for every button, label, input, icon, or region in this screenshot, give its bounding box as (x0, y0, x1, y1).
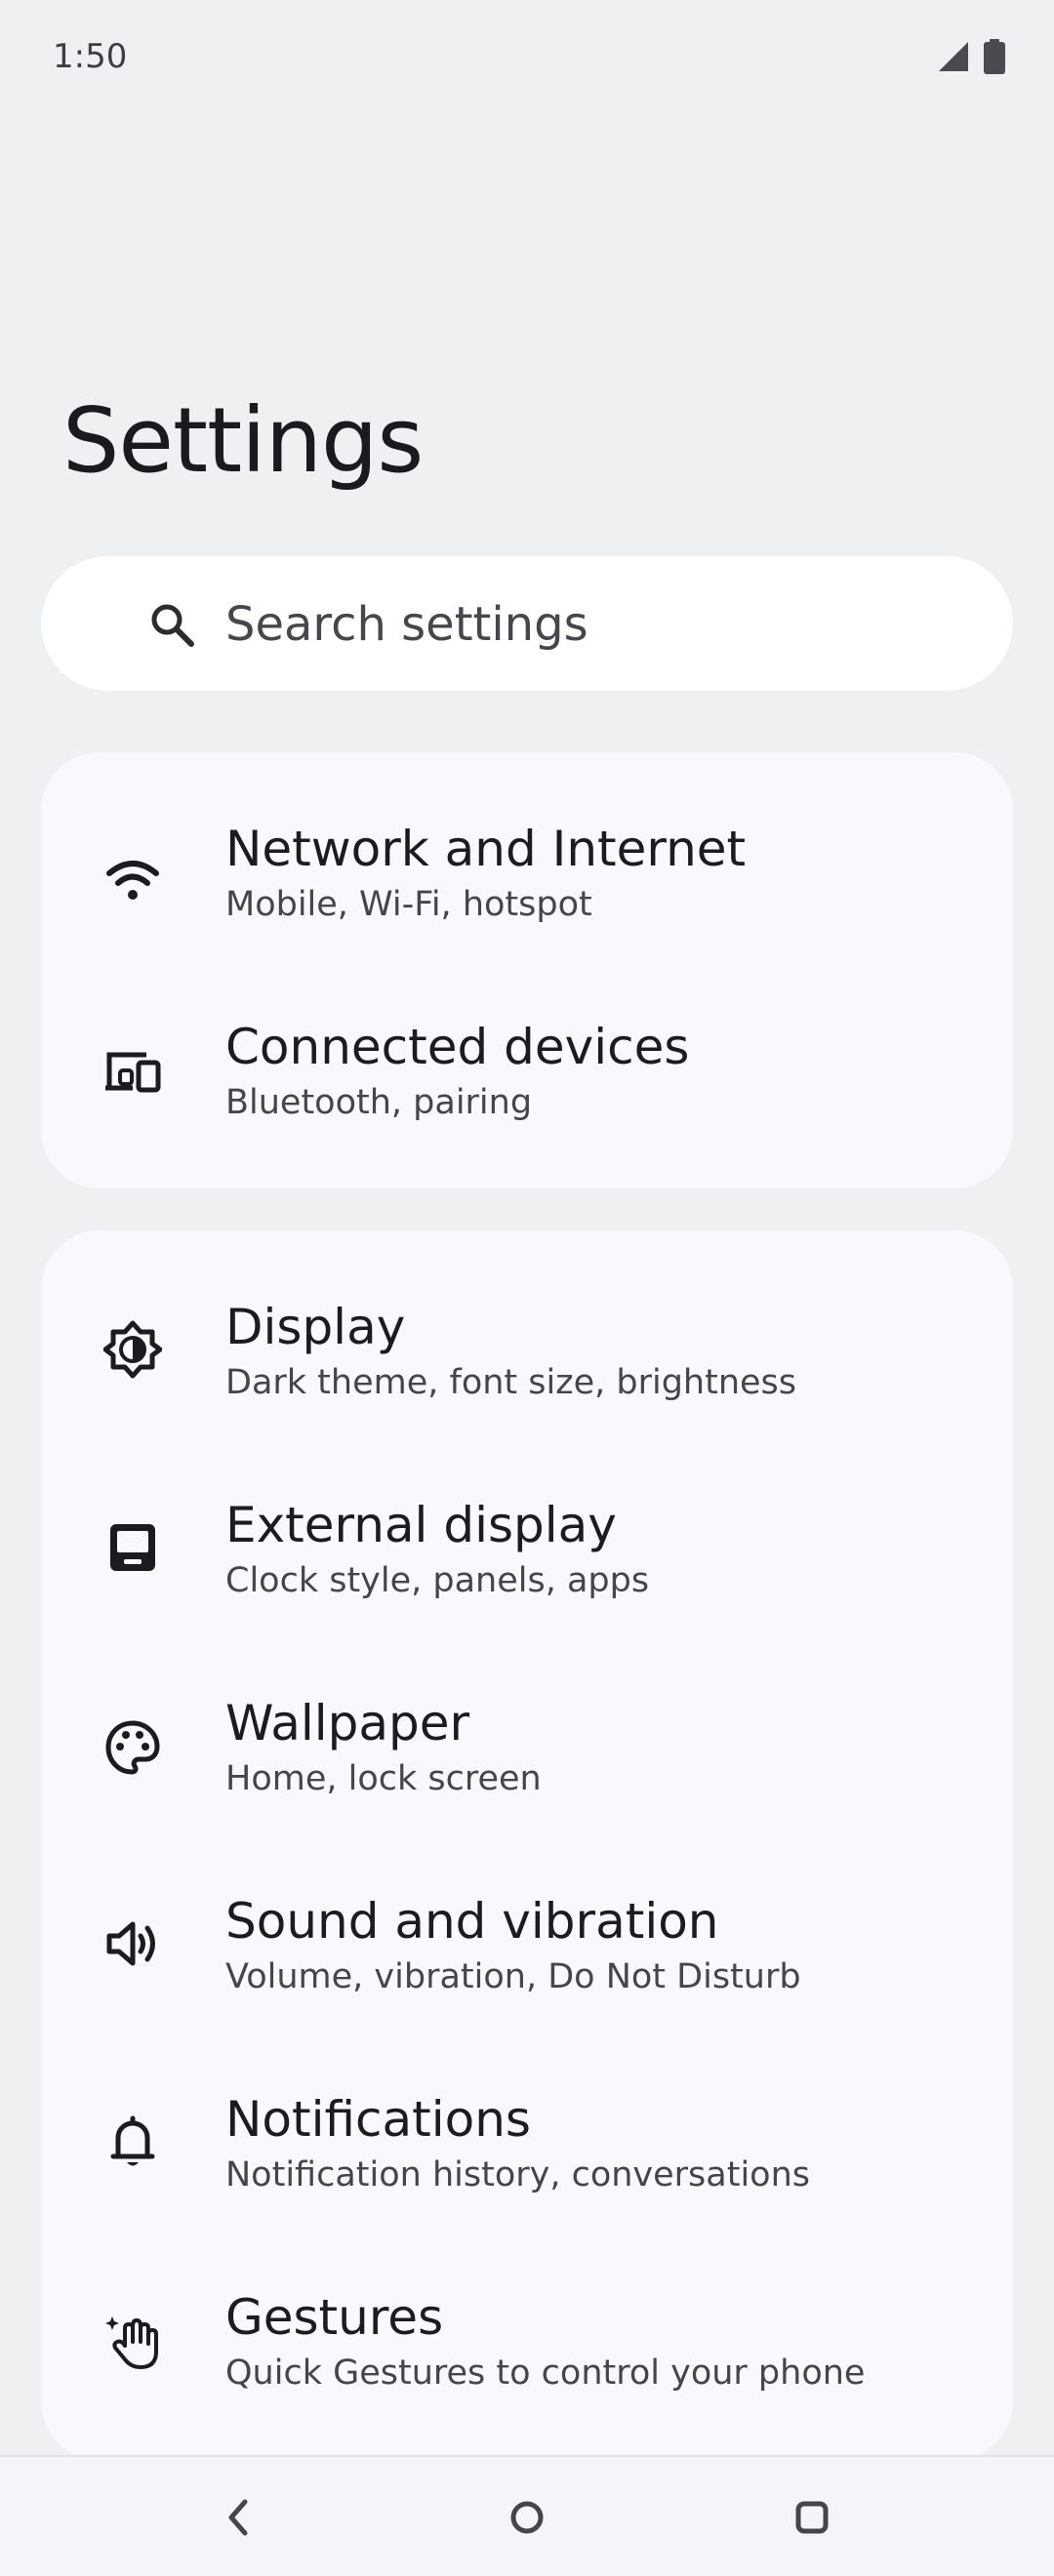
external-display-icon (101, 1516, 164, 1579)
search-icon (146, 599, 197, 654)
search-placeholder: Search settings (225, 597, 588, 652)
settings-item-wallpaper[interactable]: Wallpaper Home, lock screen (41, 1627, 1013, 1822)
home-icon[interactable] (496, 2486, 558, 2549)
item-title: Sound and vibration (225, 1893, 719, 1950)
item-subtitle: Bluetooth, pairing (225, 1083, 533, 1122)
settings-item-connected-devices[interactable]: Connected devices Bluetooth, pairing (41, 950, 1013, 1146)
recents-icon[interactable] (781, 2486, 843, 2549)
item-subtitle: Mobile, Wi‑Fi, hotspot (225, 885, 592, 924)
settings-group-connectivity: Network and Internet Mobile, Wi‑Fi, hots… (41, 752, 1013, 1188)
search-bar[interactable]: Search settings (41, 556, 1013, 691)
item-subtitle: Volume, vibration, Do Not Disturb (225, 1957, 801, 1996)
settings-item-gestures[interactable]: Gestures Quick Gestures to control your … (41, 2221, 1013, 2416)
navigation-bar (0, 2455, 1054, 2576)
settings-item-network[interactable]: Network and Internet Mobile, Wi‑Fi, hots… (41, 752, 1013, 947)
status-time: 1:50 (53, 37, 128, 76)
item-title: Notifications (225, 2091, 531, 2148)
item-title: Connected devices (225, 1019, 690, 1075)
settings-item-notifications[interactable]: Notifications Notification history, conv… (41, 2023, 1013, 2218)
palette-icon (101, 1716, 164, 1779)
item-title: Display (225, 1299, 406, 1355)
connected-devices-icon (101, 1040, 164, 1103)
bell-icon (101, 2111, 164, 2173)
item-title: Network and Internet (225, 821, 747, 877)
settings-item-sound[interactable]: Sound and vibration Volume, vibration, D… (41, 1825, 1013, 2020)
settings-group-device: Display Dark theme, font size, brightnes… (41, 1230, 1013, 2460)
volume-icon (101, 1912, 164, 1975)
settings-item-display[interactable]: Display Dark theme, font size, brightnes… (41, 1230, 1013, 1426)
cell-signal-icon (937, 40, 970, 77)
back-icon[interactable] (207, 2486, 269, 2549)
item-subtitle: Home, lock screen (225, 1759, 542, 1798)
page-title: Settings (62, 388, 424, 493)
item-subtitle: Quick Gestures to control your phone (225, 2354, 866, 2393)
item-title: Wallpaper (225, 1695, 470, 1751)
display-brightness-icon (101, 1318, 164, 1381)
battery-icon (984, 39, 1005, 78)
item-subtitle: Dark theme, font size, brightness (225, 1363, 797, 1402)
wifi-icon (101, 850, 164, 912)
settings-item-external-display[interactable]: External display Clock style, panels, ap… (41, 1429, 1013, 1624)
item-title: Gestures (225, 2289, 444, 2346)
item-title: External display (225, 1497, 617, 1553)
item-subtitle: Notification history, conversations (225, 2155, 811, 2194)
gesture-hand-icon (101, 2311, 164, 2373)
item-subtitle: Clock style, panels, apps (225, 1561, 650, 1600)
status-bar: 1:50 (0, 0, 1054, 107)
